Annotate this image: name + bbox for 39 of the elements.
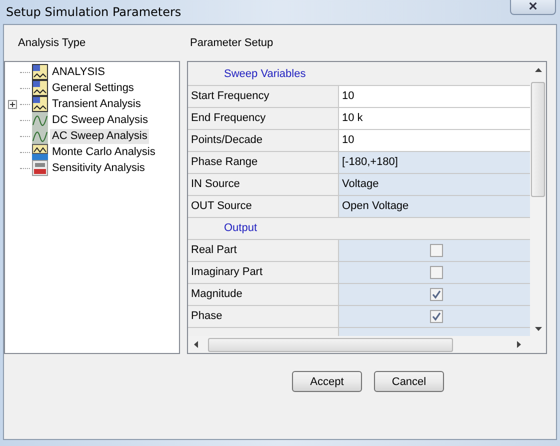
category-label: Sweep Variables — [224, 67, 306, 82]
tree-item[interactable]: DC Sweep Analysis — [50, 112, 150, 128]
property-value[interactable]: 10 — [339, 86, 530, 107]
checkbox[interactable] — [430, 310, 442, 323]
scroll-left-icon[interactable] — [194, 341, 198, 348]
close-button[interactable]: × — [510, 0, 556, 15]
property-value[interactable]: Open Voltage — [339, 196, 530, 217]
checkbox[interactable] — [430, 244, 442, 257]
expand-icon[interactable] — [8, 100, 17, 108]
tree-item[interactable]: AC Sweep Analysis — [50, 128, 150, 144]
property-value[interactable]: Voltage — [339, 174, 530, 195]
analysis-icon — [32, 96, 48, 112]
scroll-thumb[interactable] — [208, 338, 454, 352]
property-value[interactable]: 10 — [339, 130, 530, 151]
section-heading: Analysis Type — [18, 37, 87, 49]
sensitivity-icon — [32, 160, 48, 176]
checkbox[interactable] — [430, 288, 442, 301]
tree-item[interactable]: General Settings — [50, 80, 136, 96]
checkbox[interactable] — [430, 266, 442, 279]
curve-icon — [32, 112, 48, 128]
section-heading: Parameter Setup — [190, 37, 274, 49]
scroll-up-icon[interactable] — [534, 68, 542, 72]
tree-item[interactable]: Transient Analysis — [50, 96, 143, 112]
monte-carlo-icon — [32, 144, 48, 160]
tree-item[interactable]: ANALYSIS — [50, 64, 107, 80]
property-value[interactable]: 10 k — [339, 108, 530, 129]
dialog-button[interactable]: Cancel — [374, 371, 444, 392]
analysis-icon — [32, 80, 48, 96]
curve-icon — [32, 128, 48, 144]
dialog-button[interactable]: Accept — [292, 371, 362, 392]
scroll-down-icon[interactable] — [534, 327, 542, 331]
property-value[interactable]: [-180,+180] — [339, 152, 530, 173]
scroll-thumb[interactable] — [531, 82, 545, 197]
category-label: Output — [224, 221, 258, 236]
tree-item[interactable]: Monte Carlo Analysis — [50, 144, 158, 160]
scroll-right-icon[interactable] — [517, 341, 521, 348]
analysis-icon — [32, 64, 48, 80]
tree-item[interactable]: Sensitivity Analysis — [50, 160, 147, 176]
window-title: Setup Simulation Parameters — [6, 5, 182, 19]
